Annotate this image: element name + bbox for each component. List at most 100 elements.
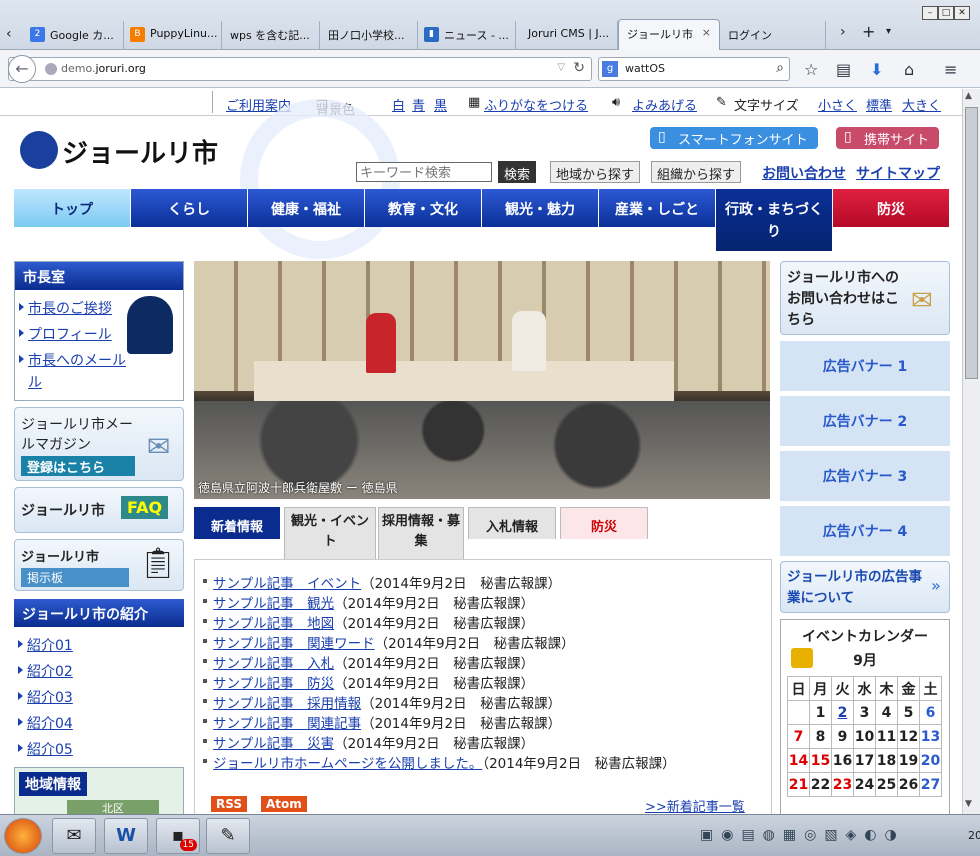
- smartphone-site-button[interactable]: ▯ スマートフォンサイト: [650, 127, 818, 149]
- search-by-org-button[interactable]: 組織から探す: [651, 161, 742, 183]
- calendar-grid: 日月火水木金土 123456 7 8 9 10 11 12 13 14 15 16 17 18 19 2…: [787, 676, 942, 797]
- terminal-icon[interactable]: ▪ 15: [156, 818, 200, 854]
- atom-button[interactable]: Atom: [261, 796, 307, 812]
- keyword-search-input[interactable]: [356, 162, 492, 182]
- clock: 20: [968, 829, 980, 842]
- tab-login[interactable]: ログイン: [720, 21, 826, 49]
- mail-register-button[interactable]: 登録はこちら: [21, 456, 135, 476]
- bg-blue-link[interactable]: 青: [412, 95, 425, 114]
- mayor-mail-link-wrap[interactable]: ル: [28, 372, 42, 392]
- tab-wps[interactable]: wps を含む記...: [222, 21, 320, 49]
- intro-link-04[interactable]: 紹介04: [18, 713, 73, 733]
- minimize-icon[interactable]: –: [922, 6, 938, 20]
- furigana-link[interactable]: ふりがなをつける: [484, 95, 588, 114]
- ad-banner-3[interactable]: 広告バナー 3: [780, 451, 950, 501]
- ad-banner-1[interactable]: 広告バナー 1: [780, 341, 950, 391]
- gnav-disaster[interactable]: 防災: [833, 189, 950, 227]
- tab-strip: ‹ 2 Google カ... B PuppyLinu... wps を含む記...…: [0, 0, 980, 50]
- intro-link-01[interactable]: 紹介01: [18, 635, 73, 655]
- gnav-top[interactable]: トップ: [14, 189, 131, 227]
- mobile-site-button[interactable]: ▯ 携帯サイト: [836, 127, 940, 149]
- calendar-day-link[interactable]: 2: [831, 700, 854, 725]
- tab-google-calendar[interactable]: 2 Google カ...: [24, 21, 124, 49]
- maximize-icon[interactable]: □: [938, 6, 954, 20]
- scrollbar-thumb[interactable]: [965, 107, 978, 379]
- ad-banner-2[interactable]: 広告バナー 2: [780, 396, 950, 446]
- tab-whats-new[interactable]: 新着情報: [194, 507, 280, 539]
- read-aloud-link[interactable]: よみあげる: [632, 95, 697, 114]
- intro-link-03[interactable]: 紹介03: [18, 687, 73, 707]
- reload-icon[interactable]: ↻: [573, 60, 585, 76]
- home-icon[interactable]: ⌂: [904, 60, 914, 79]
- contact-link[interactable]: お問い合わせ: [762, 163, 846, 183]
- download-icon[interactable]: ⬇: [870, 60, 883, 79]
- url-dropdown-icon[interactable]: ▽: [557, 62, 565, 73]
- rss-button[interactable]: RSS: [211, 796, 247, 812]
- mayor-mail-link[interactable]: 市長へのメール: [19, 350, 126, 370]
- intro-link-05[interactable]: 紹介05: [18, 739, 73, 759]
- gnav-health[interactable]: 健康・福祉: [248, 189, 365, 227]
- bookmarks-icon[interactable]: ▤: [836, 60, 851, 79]
- hero-image: [194, 261, 770, 499]
- puppet-figure: [512, 311, 546, 371]
- text-size-icon: ✎: [716, 95, 727, 110]
- more-news-link[interactable]: >>新着記事一覧: [645, 796, 745, 814]
- tab-puppylinux[interactable]: B PuppyLinu...: [124, 21, 222, 49]
- faq-banner[interactable]: ジョールリ市 FAQ: [14, 487, 184, 533]
- scroll-down-icon[interactable]: ▼: [965, 799, 972, 809]
- tab-list-icon[interactable]: ▾: [886, 26, 891, 37]
- tab-scroll-right-icon[interactable]: ›: [840, 24, 846, 40]
- gnav-administration[interactable]: 行政・まちづくり: [716, 189, 833, 251]
- font-large-link[interactable]: 大きく: [902, 95, 941, 114]
- bg-black-link[interactable]: 黒: [434, 95, 447, 114]
- close-window-icon[interactable]: ✕: [954, 6, 970, 20]
- gnav-education[interactable]: 教育・文化: [365, 189, 482, 227]
- tab-news[interactable]: ▮ ニュース - ...: [418, 21, 516, 49]
- bg-white-link[interactable]: 白: [392, 95, 405, 114]
- menu-icon[interactable]: ≡: [944, 60, 957, 79]
- gnav-industry[interactable]: 産業・しごと: [599, 189, 716, 227]
- area-info-box: 地域情報 北区: [14, 767, 184, 814]
- mayor-profile-link[interactable]: プロフィール: [19, 324, 112, 344]
- google-icon[interactable]: g: [602, 61, 618, 77]
- tab-tourism-events[interactable]: 観光・イベント: [284, 507, 376, 559]
- area-north-link[interactable]: 北区: [67, 800, 159, 814]
- search-button[interactable]: 検索: [498, 161, 537, 183]
- firefox-icon[interactable]: [4, 818, 42, 854]
- clipboard-icon: 📋︎: [139, 546, 178, 581]
- font-small-link[interactable]: 小さく: [818, 95, 857, 114]
- tab-close-icon[interactable]: ×: [702, 26, 711, 39]
- vertical-scrollbar[interactable]: ▲ ▼: [962, 89, 980, 814]
- url-bar[interactable]: demo.joruri.org ▽ ↻: [8, 57, 592, 81]
- tab-disaster[interactable]: 防災: [560, 507, 648, 539]
- envelope-icon: ✉: [911, 286, 933, 316]
- ad-about-banner[interactable]: ジョールリ市の広告事業について »: [780, 561, 950, 613]
- bookmark-star-icon[interactable]: ☆: [804, 60, 818, 79]
- font-standard-link[interactable]: 標準: [866, 95, 892, 114]
- back-button-icon[interactable]: ←: [8, 55, 36, 83]
- search-bar[interactable]: g wattOS ⌕: [598, 57, 790, 81]
- tab-scroll-left-icon[interactable]: ‹: [6, 26, 12, 42]
- new-tab-icon[interactable]: +: [862, 22, 875, 41]
- mayor-greeting-link[interactable]: 市長のご挨拶: [19, 298, 112, 318]
- sitemap-link[interactable]: サイトマップ: [856, 163, 940, 183]
- contact-banner[interactable]: ジョールリ市へのお問い合わせはこちら ✉: [780, 261, 950, 335]
- notepad-icon[interactable]: ✎: [206, 818, 250, 854]
- tab-joruri-city[interactable]: ジョールリ市 ×: [618, 19, 720, 50]
- gnav-life[interactable]: くらし: [131, 189, 248, 227]
- tab-joruri-cms[interactable]: Joruri CMS | J...: [516, 21, 618, 49]
- search-icon[interactable]: ⌕: [776, 60, 784, 76]
- intro-link-02[interactable]: 紹介02: [18, 661, 73, 681]
- scroll-up-icon[interactable]: ▲: [965, 91, 972, 101]
- ad-banner-4[interactable]: 広告バナー 4: [780, 506, 950, 556]
- tab-bidding[interactable]: 入札情報: [468, 507, 556, 539]
- tab-recruitment[interactable]: 採用情報・募集: [378, 507, 464, 559]
- tab-school[interactable]: 田ノ口小学校...: [320, 21, 418, 49]
- bulletin-board-banner[interactable]: ジョールリ市 掲示板 📋︎: [14, 539, 184, 591]
- gnav-tourism[interactable]: 観光・魅力: [482, 189, 599, 227]
- thunderbird-icon[interactable]: ✉: [52, 818, 96, 854]
- search-by-area-button[interactable]: 地域から探す: [550, 161, 641, 183]
- word-icon[interactable]: W: [104, 818, 148, 854]
- system-tray-icons[interactable]: ▣◉▤◍▦◎▧◈◐◑: [700, 827, 905, 843]
- mail-magazine-banner[interactable]: ジョールリ市メー ルマガジン 登録はこちら ✉: [14, 407, 184, 481]
